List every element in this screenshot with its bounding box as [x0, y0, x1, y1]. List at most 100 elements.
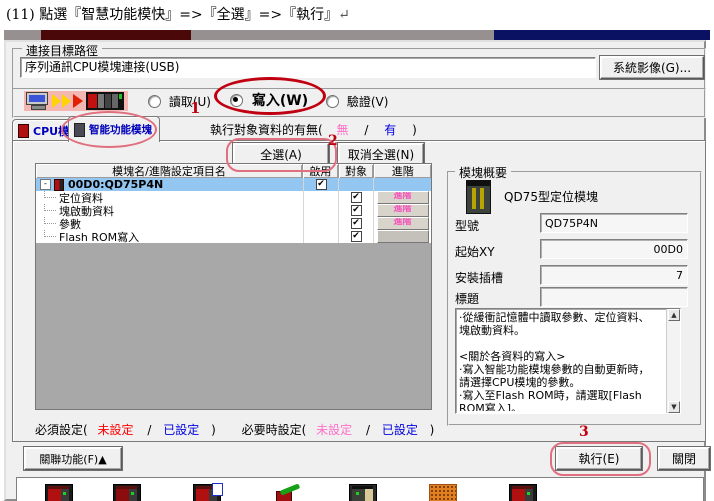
qd75-icon-top: [467, 181, 490, 186]
document-badge-icon: [212, 483, 223, 496]
intelligent-module-icon: [74, 123, 85, 137]
execute-button[interactable]: 執行(E): [556, 447, 642, 470]
radio-read[interactable]: 讀取(U): [148, 93, 211, 110]
module-type-title: QD75型定位模塊: [504, 188, 598, 205]
field-model: QD75P4N: [540, 213, 688, 233]
enable-checkbox[interactable]: ✔: [316, 179, 327, 190]
row-label: 參數: [59, 217, 81, 230]
required-unset: 未設定: [98, 423, 134, 437]
radio-verify-label: 驗證(V): [347, 95, 389, 109]
scroll-up-icon[interactable]: ▲: [668, 309, 680, 321]
paren: ): [211, 423, 216, 437]
titlebar-segment-right: [494, 30, 710, 40]
computer-base: [31, 105, 46, 110]
col-header-enable: 啟用: [303, 164, 339, 178]
field-label-start-xy: 起始XY: [455, 243, 495, 260]
toolbar-icon-2[interactable]: [113, 484, 141, 501]
field-label-model: 型號: [455, 217, 479, 234]
advanced-button-disabled: [377, 230, 429, 243]
target-info-prefix: 執行對象資料的有無(: [210, 123, 323, 137]
scroll-down-icon[interactable]: ▼: [668, 401, 680, 413]
table-row-flash-rom-write[interactable]: Flash ROM寫入 ✔: [36, 230, 431, 243]
module-row-icon: [54, 179, 64, 191]
qd75-module-icon: [466, 180, 491, 214]
table-row-block-start-data[interactable]: 塊啟動資料 ✔ 進階: [36, 204, 431, 217]
plc-module-grey: [98, 94, 104, 108]
qd75-icon-stripe1: [472, 188, 476, 209]
field-label-slot: 安裝插槽: [455, 269, 503, 286]
radio-read-circle[interactable]: [148, 95, 161, 108]
plc-led-green: [119, 94, 122, 99]
row-label: 定位資料: [59, 191, 103, 204]
close-button[interactable]: 關閉: [658, 447, 710, 470]
tree-collapse-icon[interactable]: -: [40, 179, 51, 190]
target-info-none: 無: [337, 123, 349, 137]
radio-write-label: 寫入(W): [252, 93, 308, 109]
toolbar-icon-7[interactable]: [509, 484, 537, 501]
radio-read-label: 讀取(U): [169, 95, 211, 109]
qd75-icon-stripe2: [480, 188, 484, 209]
caption-text: (11) 點選『智慧功能模快』=>『全選』=>『執行』: [6, 7, 338, 23]
module-description-text: ·從緩衝記憶體中讀取參數、定位資料、塊啟動資料。 <關於各資料的寫入> ·寫入智…: [459, 311, 659, 411]
computer-icon: [26, 92, 48, 105]
target-info-has: 有: [384, 123, 396, 137]
target-checkbox[interactable]: ✔: [351, 192, 362, 203]
field-label-title: 標題: [455, 290, 479, 307]
target-checkbox[interactable]: ✔: [351, 231, 362, 242]
caption: (11) 點選『智慧功能模快』=>『全選』=>『執行』↵: [6, 4, 350, 24]
arrow-yellow-1-icon: [52, 94, 61, 108]
related-functions-button[interactable]: 關聯功能(F)▲: [24, 447, 122, 470]
module-description-box: ·從緩衝記憶體中讀取參數、定位資料、塊啟動資料。 <關於各資料的寫入> ·寫入智…: [455, 308, 681, 414]
tree-line: [44, 217, 56, 224]
paren: ): [430, 423, 435, 437]
toolbar-icon-6-speckled[interactable]: [429, 484, 457, 501]
target-checkbox[interactable]: ✔: [351, 218, 362, 229]
advanced-button[interactable]: 進階: [377, 191, 429, 204]
transfer-graphic: [24, 91, 128, 111]
connection-path-field[interactable]: 序列通訊CPU模塊連接(USB): [20, 57, 596, 78]
tree-line: [44, 204, 56, 211]
toolbar-icon-3-document[interactable]: [193, 484, 221, 501]
screenshot-root: (11) 點選『智慧功能模快』=>『全選』=>『執行』↵ 連接目標路徑 序列通訊…: [0, 0, 714, 501]
advanced-button[interactable]: 進階: [377, 204, 429, 217]
radio-verify-circle[interactable]: [326, 95, 339, 108]
radio-verify[interactable]: 驗證(V): [326, 93, 388, 110]
plc-module-dark: [105, 94, 111, 108]
status-line: 必須設定( 未設定 / 已設定 ) 必要時設定( 未設定 / 已設定 ): [35, 421, 434, 438]
table-row-positioning-data[interactable]: 定位資料 ✔ 進階: [36, 191, 431, 204]
radio-write-circle[interactable]: [230, 94, 243, 107]
titlebar-segment-left: [41, 30, 191, 40]
system-image-button[interactable]: 系統影像(G)...: [600, 56, 704, 79]
related-functions-strip: [16, 477, 704, 501]
arrow-red-icon: [73, 94, 83, 108]
table-row-module[interactable]: - 00D0:QD75P4N ✔: [36, 178, 431, 191]
target-info-suffix: ): [412, 123, 417, 137]
toolbar-icon-4-tool[interactable]: [275, 484, 303, 501]
module-row-label: 00D0:QD75P4N: [68, 178, 163, 191]
toolbar-icon-5-open[interactable]: [349, 484, 377, 501]
window-titlebar-sliver: [4, 30, 710, 40]
optional-set: 已設定: [382, 423, 418, 437]
target-checkbox[interactable]: ✔: [351, 205, 362, 216]
plc-module-grey2: [112, 94, 118, 108]
field-slot: 7: [540, 265, 688, 285]
target-data-info: 執行對象資料的有無( 無 / 有 ): [210, 121, 417, 138]
tree-line: [44, 230, 56, 237]
plc-module-red: [88, 94, 97, 108]
row-label: Flash ROM寫入: [59, 230, 139, 243]
tab-intelligent-module[interactable]: 智能功能模塊: [68, 116, 160, 142]
required-label: 必須設定(: [35, 423, 88, 437]
slash: /: [366, 423, 370, 437]
col-header-name: 模塊名/進階設定項目名: [36, 164, 303, 178]
advanced-button[interactable]: 進階: [377, 217, 429, 230]
module-summary-label: 模塊概要: [455, 164, 511, 181]
slash: /: [147, 423, 151, 437]
toolbar-icon-1[interactable]: [45, 484, 73, 501]
tree-line: [44, 191, 56, 198]
table-row-parameters[interactable]: 參數 ✔ 進階: [36, 217, 431, 230]
optional-unset: 未設定: [316, 423, 352, 437]
description-scrollbar[interactable]: ▲ ▼: [666, 309, 680, 413]
radio-write[interactable]: 寫入(W): [230, 90, 308, 110]
plc-rack-icon: [86, 92, 124, 110]
target-info-slash: /: [364, 123, 368, 137]
